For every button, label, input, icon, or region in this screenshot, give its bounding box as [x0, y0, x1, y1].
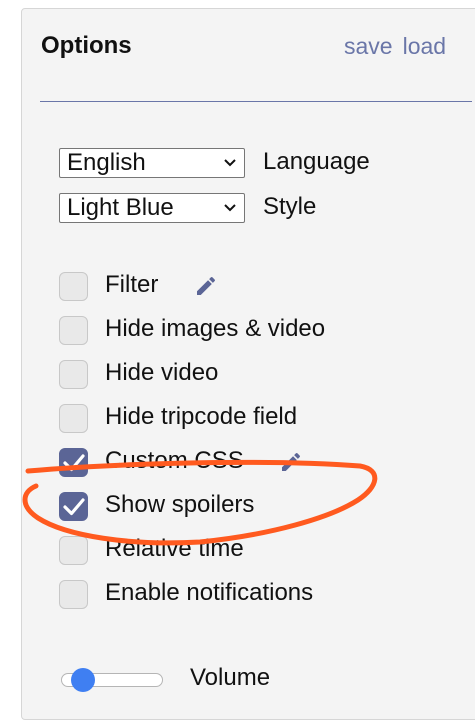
checkmark-icon — [63, 454, 85, 472]
checkmark-icon — [63, 498, 85, 516]
hide-video-checkbox[interactable] — [59, 360, 88, 389]
custom-css-label: Custom CSS — [105, 447, 244, 474]
language-select-value: English — [67, 149, 146, 176]
hide-tripcode-field-checkbox[interactable] — [59, 404, 88, 433]
volume-label: Volume — [190, 664, 271, 691]
style-label: Style — [263, 193, 317, 220]
hide-images-video-checkbox[interactable] — [59, 316, 88, 345]
language-select[interactable]: English — [59, 148, 245, 178]
enable-notifications-label: Enable notifications — [105, 579, 314, 606]
hide-tripcode-field-label: Hide tripcode field — [105, 403, 298, 430]
panel-title: Options — [41, 32, 132, 59]
filter-checkbox[interactable] — [59, 272, 88, 301]
options-panel — [21, 8, 475, 720]
enable-notifications-checkbox[interactable] — [59, 580, 88, 609]
chevron-down-icon — [224, 159, 236, 167]
hide-video-label: Hide video — [105, 359, 219, 386]
style-select-value: Light Blue — [67, 194, 174, 221]
show-spoilers-checkbox[interactable] — [59, 492, 88, 521]
volume-slider[interactable] — [61, 668, 165, 692]
volume-slider-thumb[interactable] — [71, 668, 95, 692]
hide-images-video-label: Hide images & video — [105, 315, 326, 342]
custom-css-checkbox[interactable] — [59, 448, 88, 477]
save-link[interactable]: save — [344, 33, 393, 59]
header-links: save load — [344, 33, 446, 60]
language-label: Language — [263, 148, 370, 175]
style-select[interactable]: Light Blue — [59, 193, 245, 223]
header-divider — [40, 101, 472, 102]
load-link[interactable]: load — [403, 33, 446, 59]
filter-label: Filter — [105, 271, 159, 298]
pencil-icon[interactable] — [279, 450, 303, 474]
show-spoilers-label: Show spoilers — [105, 491, 255, 518]
relative-time-label: Relative time — [105, 535, 244, 562]
pencil-icon[interactable] — [194, 274, 218, 298]
relative-time-checkbox[interactable] — [59, 536, 88, 565]
chevron-down-icon — [224, 204, 236, 212]
